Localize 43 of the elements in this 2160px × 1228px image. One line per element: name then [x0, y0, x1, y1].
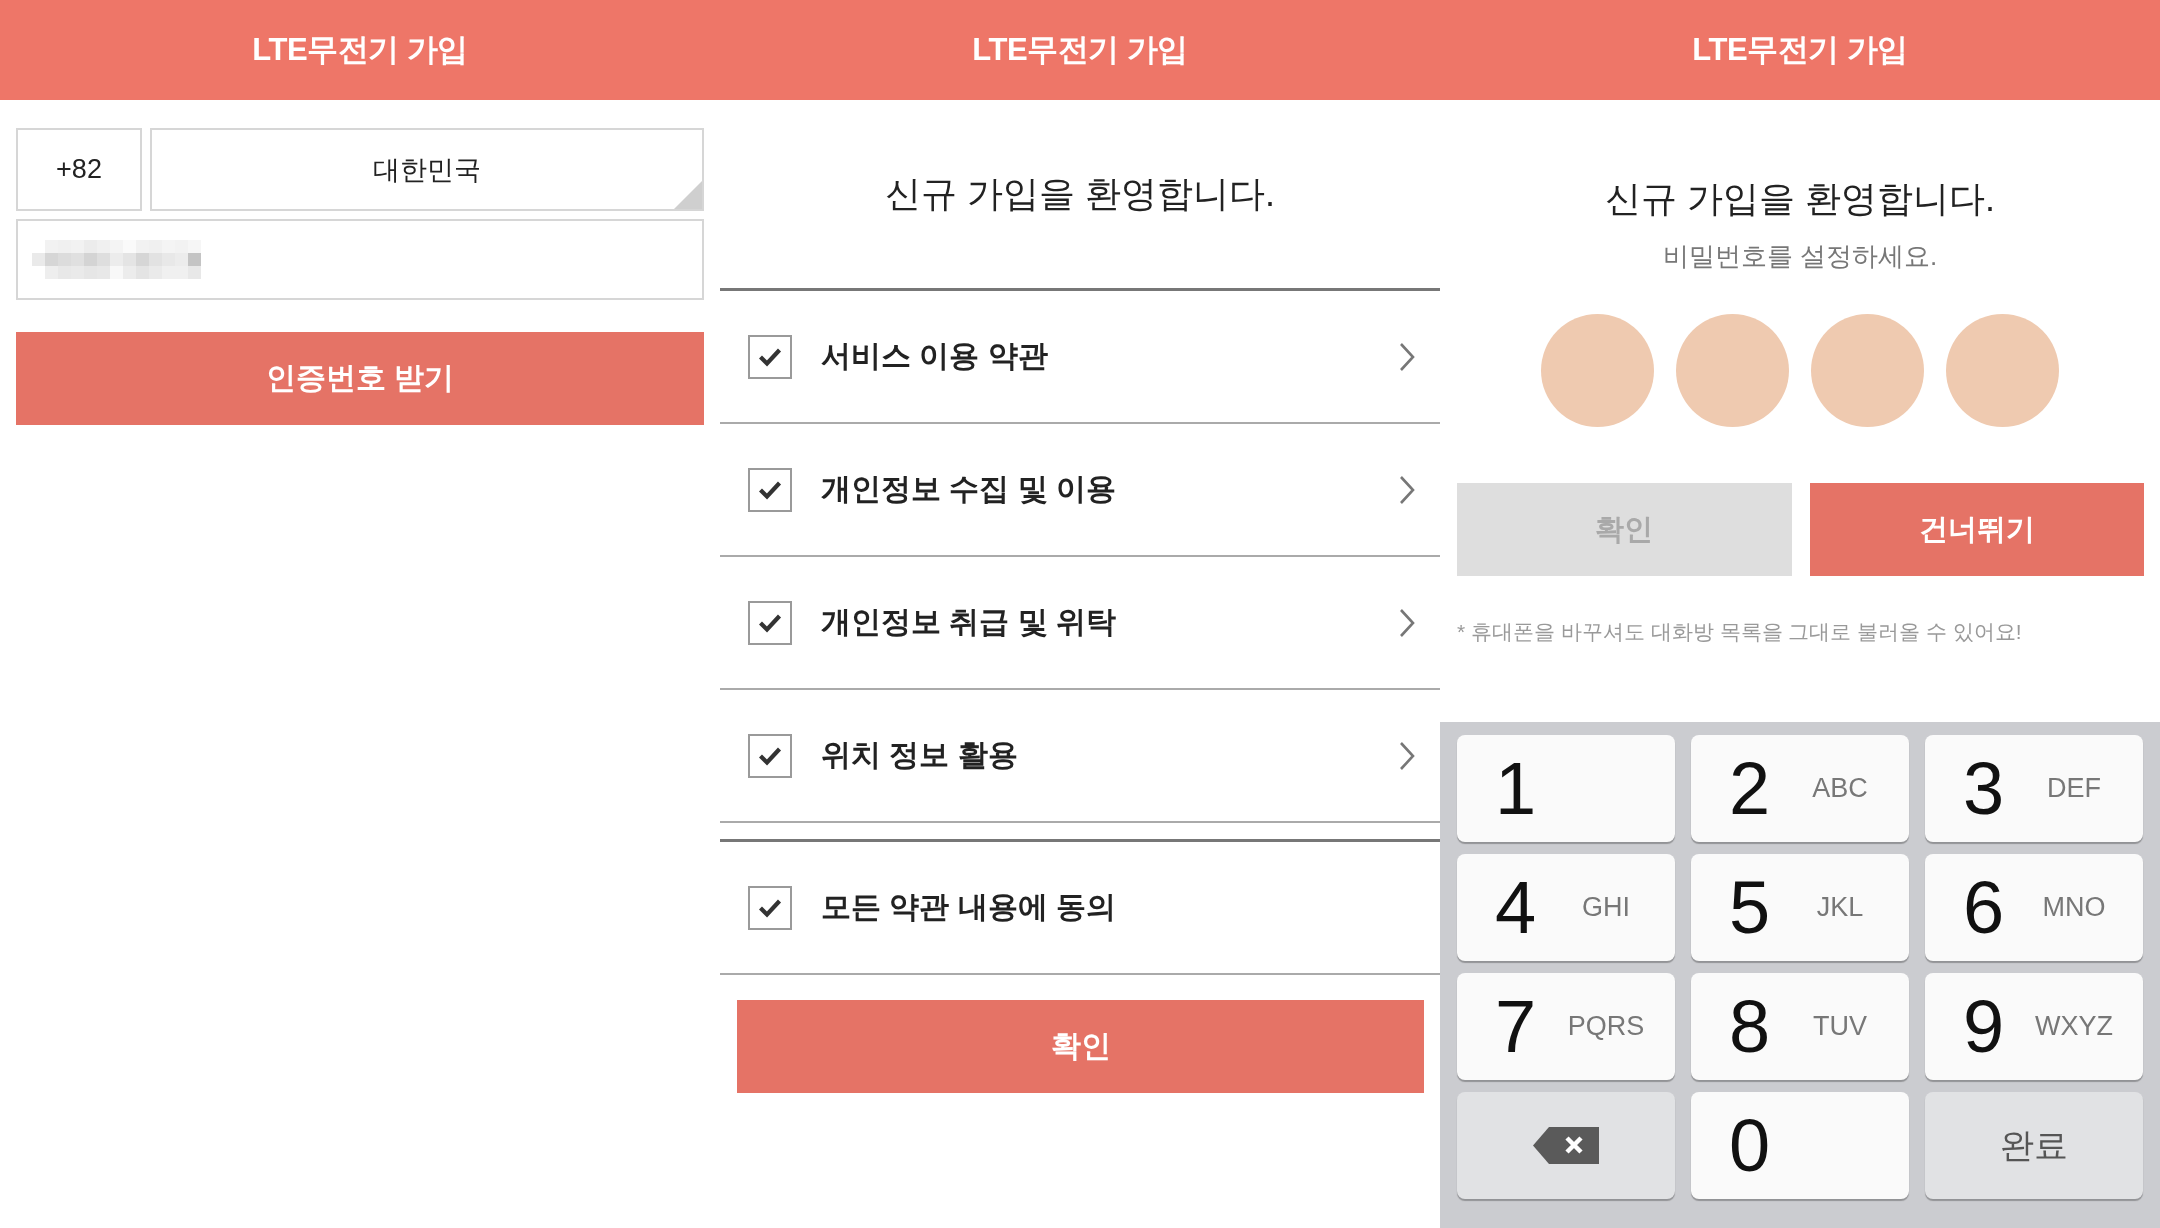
digit-key[interactable]: 0: [1691, 1092, 1909, 1199]
checkbox[interactable]: [748, 334, 792, 379]
header-title: LTE무전기 가입: [252, 31, 468, 69]
terms-label: 위치 정보 활용: [821, 737, 1019, 773]
welcome-title: 신규 가입을 환영합니다.: [1604, 177, 1996, 221]
corner-triangle-icon: [674, 181, 702, 209]
digit-key[interactable]: 1: [1457, 735, 1675, 842]
terms-label: 개인정보 수집 및 이용: [821, 471, 1117, 507]
phone-number-field[interactable]: [16, 219, 704, 300]
backspace-key[interactable]: [1457, 1092, 1675, 1199]
digit-key[interactable]: 7 PQRS: [1457, 973, 1675, 1080]
check-icon: [758, 346, 782, 367]
header-title: LTE무전기 가입: [972, 31, 1188, 69]
check-icon: [758, 745, 782, 766]
checkbox[interactable]: [748, 733, 792, 778]
chevron-right-icon[interactable]: [1399, 740, 1415, 771]
digit-key[interactable]: 9 WXYZ: [1925, 973, 2143, 1080]
digit-key[interactable]: 6 MNO: [1925, 854, 2143, 961]
checkbox[interactable]: [748, 467, 792, 512]
digit-key[interactable]: 3 DEF: [1925, 735, 2143, 842]
digit-key[interactable]: 8 TUV: [1691, 973, 1909, 1080]
terms-label: 서비스 이용 약관: [821, 338, 1049, 374]
digit-key[interactable]: 5 JKL: [1691, 854, 1909, 961]
check-icon: [758, 612, 782, 633]
digit-key[interactable]: 2 ABC: [1691, 735, 1909, 842]
country-code-field[interactable]: +82: [16, 128, 142, 211]
header-title: LTE무전기 가입: [1692, 31, 1908, 69]
backspace-icon: [1533, 1127, 1599, 1164]
chevron-right-icon[interactable]: [1399, 607, 1415, 638]
country-select[interactable]: 대한민국: [150, 128, 704, 211]
info-note: * 휴대폰을 바꾸셔도 대화방 목록을 그대로 불러올 수 있어요!: [1456, 619, 2023, 645]
done-key[interactable]: 완료: [1925, 1092, 2143, 1199]
check-icon: [758, 479, 782, 500]
check-icon: [758, 897, 782, 918]
chevron-right-icon[interactable]: [1399, 474, 1415, 505]
chevron-right-icon[interactable]: [1399, 341, 1415, 372]
password-prompt: 비밀번호를 설정하세요.: [1661, 240, 1939, 273]
welcome-title: 신규 가입을 환영합니다.: [885, 171, 1275, 216]
terms-label: 개인정보 취급 및 위탁: [821, 604, 1117, 640]
digit-key[interactable]: 4 GHI: [1457, 854, 1675, 961]
checkbox[interactable]: [748, 885, 792, 930]
checkbox[interactable]: [748, 600, 792, 645]
agree-all-label: 모든 약관 내용에 동의: [821, 889, 1117, 925]
